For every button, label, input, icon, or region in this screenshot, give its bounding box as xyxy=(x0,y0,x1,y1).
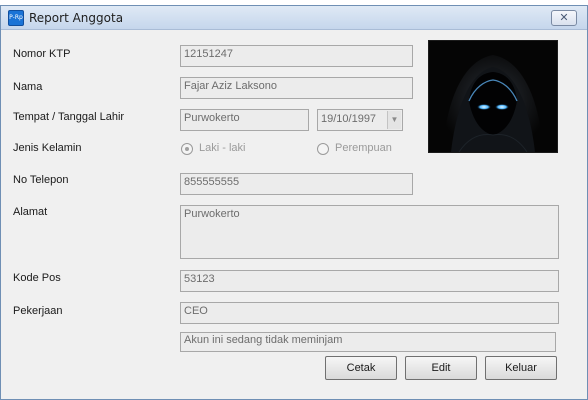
member-photo xyxy=(428,40,558,153)
kode-pos-field[interactable]: 53123 xyxy=(180,270,559,292)
tanggal-lahir-picker[interactable]: 19/10/1997 ▼ xyxy=(317,109,403,131)
alamat-field[interactable]: Purwokerto xyxy=(180,205,559,259)
cetak-button[interactable]: Cetak xyxy=(325,356,397,380)
label-nama: Nama xyxy=(13,81,43,93)
window-title: Report Anggota xyxy=(29,11,124,25)
label-nomor-ktp: Nomor KTP xyxy=(13,48,71,60)
keluar-button[interactable]: Keluar xyxy=(485,356,557,380)
radio-perempuan[interactable] xyxy=(317,143,329,155)
app-icon: P-Rp xyxy=(8,10,24,26)
nomor-ktp-field[interactable]: 12151247 xyxy=(180,45,413,67)
label-alamat: Alamat xyxy=(13,206,48,218)
close-icon: ✕ xyxy=(559,11,569,24)
label-pekerjaan: Pekerjaan xyxy=(13,305,63,317)
pekerjaan-field[interactable]: CEO xyxy=(180,302,559,324)
no-telepon-field[interactable]: 855555555 xyxy=(180,173,413,195)
label-no-telepon: No Telepon xyxy=(13,174,69,186)
hooded-figure-image xyxy=(429,41,557,152)
title-bar[interactable]: P-Rp Report Anggota ✕ xyxy=(1,6,587,30)
edit-button[interactable]: Edit xyxy=(405,356,477,380)
radio-label-perempuan: Perempuan xyxy=(335,142,392,154)
radio-label-laki-laki: Laki - laki xyxy=(199,142,246,154)
label-kode-pos: Kode Pos xyxy=(13,272,61,284)
nama-field[interactable]: Fajar Aziz Laksono xyxy=(180,77,413,99)
close-button[interactable]: ✕ xyxy=(551,10,577,26)
chevron-down-icon[interactable]: ▼ xyxy=(387,111,401,129)
tanggal-lahir-value: 19/10/1997 xyxy=(321,113,377,125)
label-tempat-tanggal-lahir: Tempat / Tanggal Lahir xyxy=(13,111,125,123)
status-peminjaman-field: Akun ini sedang tidak meminjam xyxy=(180,332,556,352)
tempat-lahir-field[interactable]: Purwokerto xyxy=(180,109,309,131)
label-jenis-kelamin: Jenis Kelamin xyxy=(13,142,82,154)
radio-laki-laki[interactable] xyxy=(181,143,193,155)
